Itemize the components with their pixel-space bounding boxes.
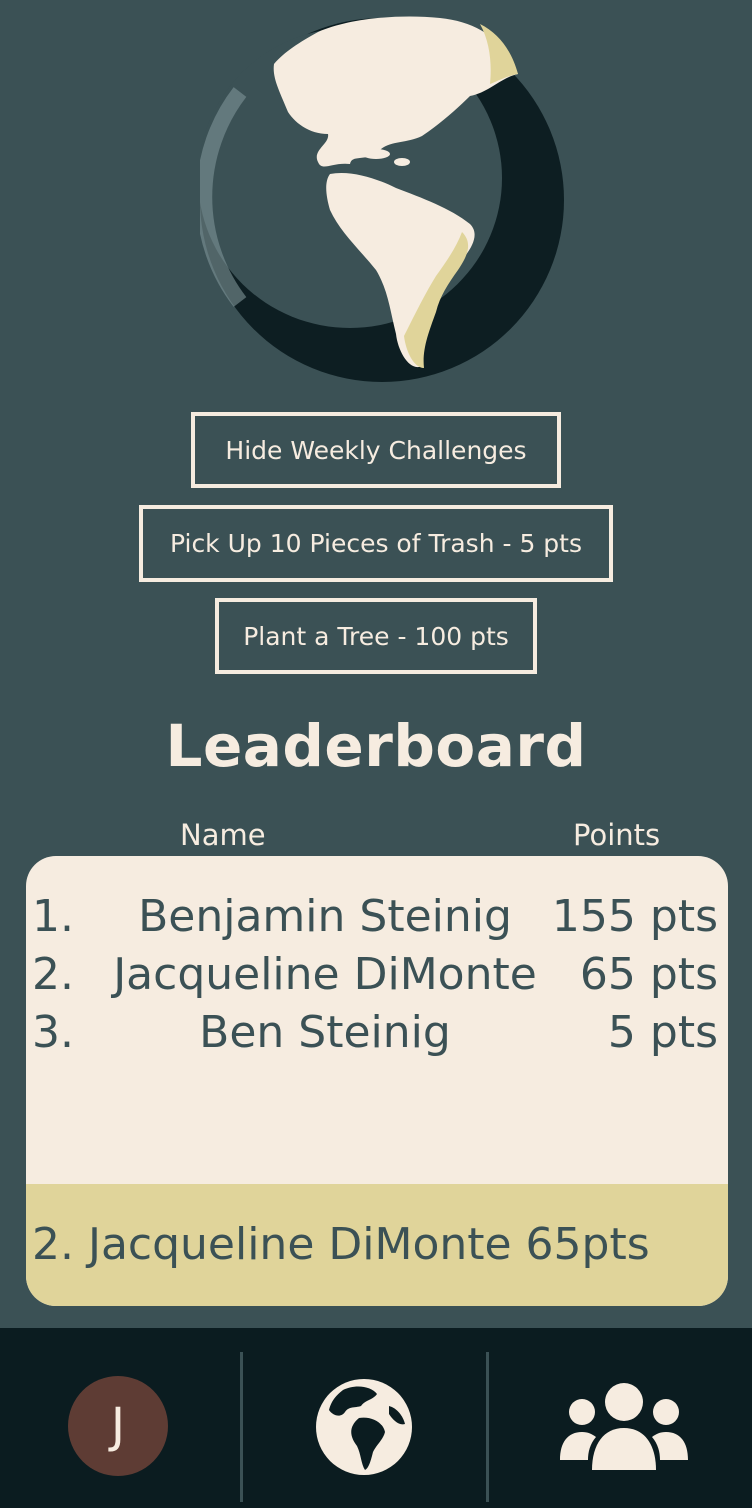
leaderboard-list: 1. Benjamin Steinig 155 pts 2. Jacquelin… <box>26 856 728 1306</box>
row-points: 65 pts <box>579 949 718 1000</box>
earth-globe-illustration <box>196 12 570 384</box>
leaderboard-row: 3. Ben Steinig 5 pts <box>26 1004 728 1062</box>
name-column-header: Name <box>180 818 266 852</box>
row-rank: 2. <box>32 949 74 1000</box>
row-name: Ben Steinig <box>199 1007 451 1058</box>
hide-weekly-challenges-button[interactable]: Hide Weekly Challenges <box>191 412 561 488</box>
row-rank: 3. <box>32 1007 74 1058</box>
nav-divider <box>486 1352 489 1502</box>
row-name: Jacqueline DiMonte <box>113 949 537 1000</box>
nav-divider <box>240 1352 243 1502</box>
globe-icon[interactable] <box>315 1378 413 1480</box>
leaderboard-title: Leaderboard <box>165 712 587 780</box>
current-user-rank: 2. Jacqueline DiMonte 65pts <box>26 1184 728 1306</box>
people-group-icon[interactable] <box>560 1382 688 1476</box>
bottom-nav-bar: J <box>0 1328 752 1508</box>
challenge-pick-up-trash[interactable]: Pick Up 10 Pieces of Trash - 5 pts <box>139 505 613 582</box>
points-column-header: Points <box>573 818 661 852</box>
row-points: 5 pts <box>607 1007 718 1058</box>
profile-avatar-button[interactable]: J <box>68 1376 168 1476</box>
row-name: Benjamin Steinig <box>138 891 512 942</box>
row-rank: 1. <box>32 891 74 942</box>
leaderboard-row: 1. Benjamin Steinig 155 pts <box>26 888 728 946</box>
leaderboard-row: 2. Jacqueline DiMonte 65 pts <box>26 946 728 1004</box>
row-points: 155 pts <box>551 891 718 942</box>
avatar-initial: J <box>110 1398 126 1454</box>
challenge-plant-tree[interactable]: Plant a Tree - 100 pts <box>215 598 537 674</box>
